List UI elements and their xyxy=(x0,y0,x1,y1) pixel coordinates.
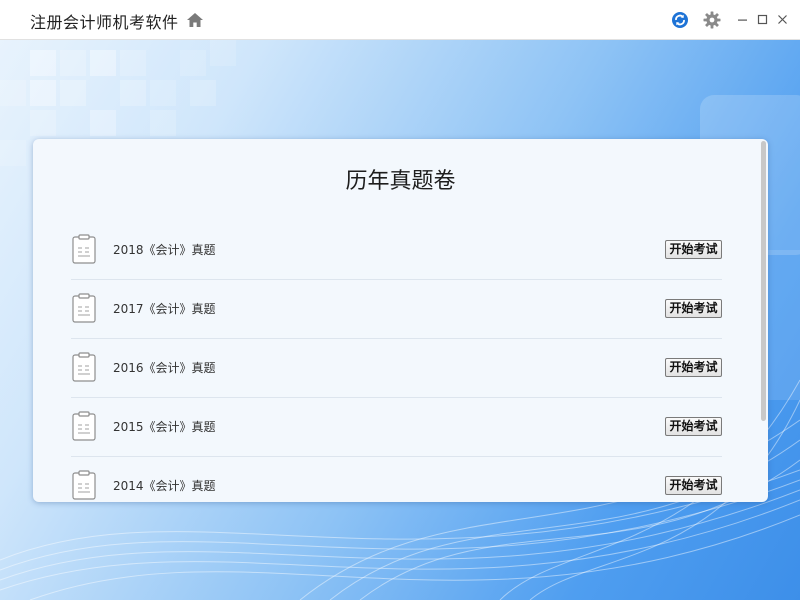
gear-icon xyxy=(703,11,721,29)
start-exam-button[interactable]: 开始考试 xyxy=(665,358,722,377)
exam-row: 2014《会计》真题 开始考试 xyxy=(71,457,722,502)
clipboard-document-icon xyxy=(72,352,96,382)
home-button[interactable] xyxy=(185,10,205,30)
page-title: 历年真题卷 xyxy=(345,169,456,194)
title-bar: 注册会计师机考软件 xyxy=(0,0,800,40)
scrollbar-thumb[interactable] xyxy=(761,141,766,421)
minimize-button[interactable] xyxy=(737,11,755,29)
exam-title: 2018《会计》真题 xyxy=(113,243,216,257)
settings-button[interactable] xyxy=(703,11,721,29)
home-icon xyxy=(187,13,203,27)
exam-title: 2016《会计》真题 xyxy=(113,361,216,375)
sync-button[interactable] xyxy=(671,11,689,29)
start-exam-button[interactable]: 开始考试 xyxy=(665,299,722,318)
start-exam-button[interactable]: 开始考试 xyxy=(665,417,722,436)
maximize-icon xyxy=(757,14,768,25)
exam-title: 2017《会计》真题 xyxy=(113,302,216,316)
app-window: 注册会计师机考软件 历年真题卷 2018《会计》真题 开始考试 2017《会计》… xyxy=(0,0,800,600)
sync-icon xyxy=(672,12,688,28)
maximize-button[interactable] xyxy=(757,11,775,29)
exam-row: 2018《会计》真题 开始考试 xyxy=(71,221,722,280)
clipboard-document-icon xyxy=(72,411,96,441)
minimize-icon xyxy=(738,19,747,21)
exam-title: 2014《会计》真题 xyxy=(113,479,216,493)
exam-row: 2015《会计》真题 开始考试 xyxy=(71,398,722,457)
start-exam-button[interactable]: 开始考试 xyxy=(665,476,722,495)
vertical-scrollbar[interactable] xyxy=(761,141,766,500)
exam-row: 2016《会计》真题 开始考试 xyxy=(71,339,722,398)
clipboard-document-icon xyxy=(72,293,96,323)
app-title: 注册会计师机考软件 xyxy=(30,13,179,32)
exam-row: 2017《会计》真题 开始考试 xyxy=(71,280,722,339)
clipboard-document-icon xyxy=(72,234,96,264)
exam-list: 2018《会计》真题 开始考试 2017《会计》真题 开始考试 2016《会计》… xyxy=(71,221,722,502)
exam-title: 2015《会计》真题 xyxy=(113,420,216,434)
start-exam-button[interactable]: 开始考试 xyxy=(665,240,722,259)
exam-list-card: 历年真题卷 2018《会计》真题 开始考试 2017《会计》真题 开始考试 20… xyxy=(33,139,768,502)
clipboard-document-icon xyxy=(72,470,96,500)
close-button[interactable] xyxy=(777,11,795,29)
close-icon xyxy=(778,15,787,24)
